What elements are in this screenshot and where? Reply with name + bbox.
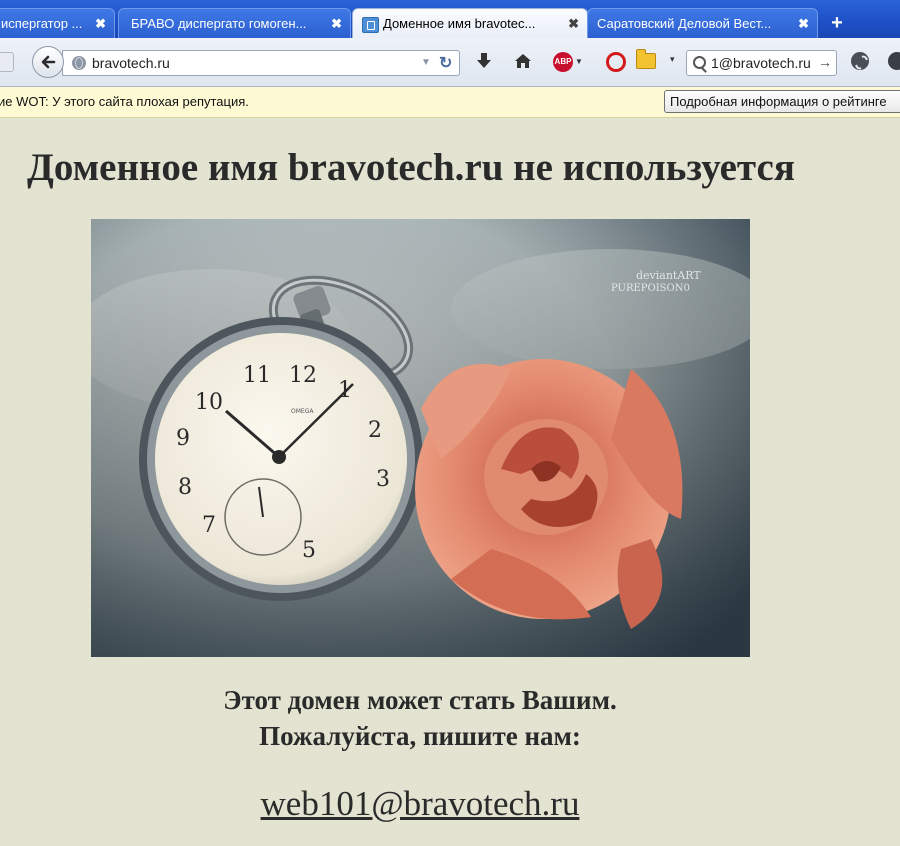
tab-label: БРАВО диспергато гомоген... xyxy=(131,16,307,31)
offer-line-1: Этот домен может стать Вашим. xyxy=(223,685,617,715)
tab-close-icon[interactable]: ✖ xyxy=(798,9,809,38)
tab-saratov-vestnik[interactable]: Саратовский Деловой Вест... ✖ xyxy=(587,8,818,38)
pocket-watch-and-rose-image: 12 1 2 3 11 10 9 8 7 5 OMEGA deviantART … xyxy=(91,219,750,657)
extension-icon[interactable] xyxy=(888,52,900,70)
back-button[interactable] xyxy=(32,46,64,78)
reload-icon[interactable]: ↻ xyxy=(439,53,452,73)
globe-icon xyxy=(72,56,86,70)
overflow-caret-icon[interactable]: ▾ xyxy=(670,54,675,65)
svg-text:7: 7 xyxy=(202,513,216,538)
adblock-menu-caret-icon[interactable]: ▼ xyxy=(575,57,583,66)
wot-details-button[interactable]: Подробная информация о рейтинге xyxy=(664,90,900,113)
wot-warning-message: ие WOT: У этого сайта плохая репутация. xyxy=(0,94,249,109)
back-arrow-icon xyxy=(41,55,56,69)
tab-close-icon[interactable]: ✖ xyxy=(568,9,579,39)
toolbar-partial-button[interactable] xyxy=(0,52,14,72)
new-tab-button[interactable]: + xyxy=(822,9,852,37)
offer-text: Этот домен может стать Вашим. Пожалуйста… xyxy=(0,682,840,754)
tab-label: испергатор ... xyxy=(1,16,83,31)
svg-text:10: 10 xyxy=(195,390,223,415)
search-icon xyxy=(693,56,706,69)
search-input[interactable]: 1@bravotech.ru xyxy=(711,55,811,71)
wot-notification-bar: ие WOT: У этого сайта плохая репутация. … xyxy=(0,87,900,118)
search-bar[interactable]: 1@bravotech.ru → xyxy=(686,50,837,76)
tab-bravo-dispergator[interactable]: БРАВО диспергато гомоген... ✖ xyxy=(118,8,351,38)
tab-label: Саратовский Деловой Вест... xyxy=(597,16,772,31)
tab-label: Доменное имя bravotec... xyxy=(383,16,536,31)
tab-bravotech-active[interactable]: Доменное имя bravotec... ✖ xyxy=(352,8,588,39)
tab-close-icon[interactable]: ✖ xyxy=(331,9,342,38)
svg-text:12: 12 xyxy=(289,363,317,388)
svg-text:PUREPOISON0: PUREPOISON0 xyxy=(611,283,690,294)
site-favicon-icon xyxy=(362,17,379,33)
svg-text:deviantART: deviantART xyxy=(636,269,701,282)
search-go-arrow-icon[interactable]: → xyxy=(818,54,832,70)
svg-text:9: 9 xyxy=(176,426,190,451)
url-text[interactable]: bravotech.ru xyxy=(92,55,170,71)
svg-text:8: 8 xyxy=(178,475,192,500)
page-title: Доменное имя bravotech.ru не используетс… xyxy=(27,146,795,189)
navigation-toolbar: bravotech.ru ▼ ↻ ABP ▼ ▾ 1@bravotech.ru … xyxy=(0,38,900,87)
svg-text:2: 2 xyxy=(368,418,382,443)
url-history-dropdown-icon[interactable]: ▼ xyxy=(421,57,431,68)
opera-icon[interactable] xyxy=(606,52,626,72)
svg-text:OMEGA: OMEGA xyxy=(291,408,314,415)
adblock-icon[interactable]: ABP xyxy=(553,52,573,72)
svg-text:3: 3 xyxy=(376,467,390,492)
offer-line-2: Пожалуйста, пишите нам: xyxy=(259,721,581,751)
download-icon[interactable] xyxy=(476,52,492,70)
home-icon[interactable] xyxy=(514,52,532,70)
tab-dispergator[interactable]: испергатор ... ✖ xyxy=(0,8,115,38)
url-bar[interactable]: bravotech.ru ▼ ↻ xyxy=(62,50,460,76)
svg-text:5: 5 xyxy=(302,538,316,563)
contact-email-link[interactable]: web101@bravotech.ru xyxy=(0,784,840,824)
tab-strip: испергатор ... ✖ БРАВО диспергато гомоге… xyxy=(0,0,900,39)
sync-icon[interactable] xyxy=(851,52,869,70)
tab-close-icon[interactable]: ✖ xyxy=(95,9,106,38)
svg-text:11: 11 xyxy=(243,363,271,388)
folder-icon[interactable] xyxy=(636,49,656,69)
